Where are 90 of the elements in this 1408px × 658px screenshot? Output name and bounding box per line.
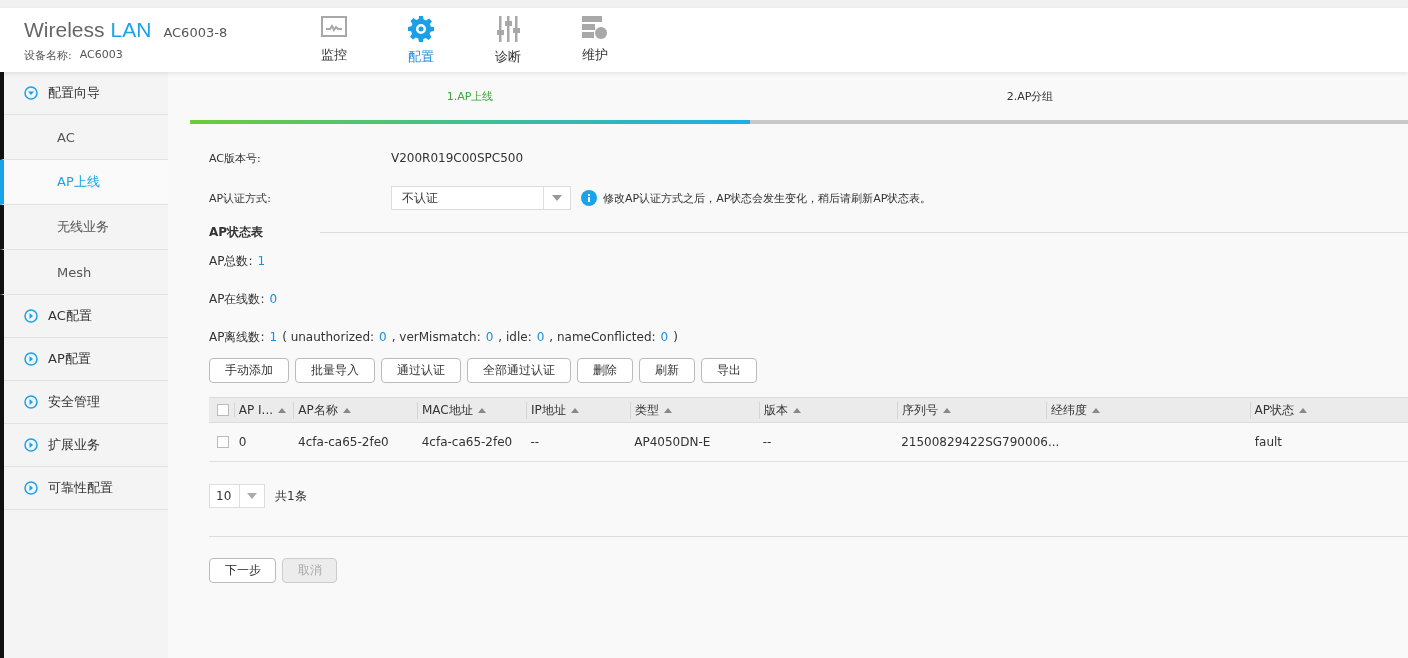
checkbox[interactable] [217, 436, 230, 448]
stat-label: AP在线数: [209, 290, 265, 308]
table-cell: -- [530, 435, 540, 449]
table-cell: 21500829422SG790006... [901, 435, 1060, 449]
stat-label: AP总数: [209, 252, 253, 270]
stat-label: ) [673, 330, 678, 344]
chevron-right-circle-icon [24, 395, 38, 409]
stat-value: 0 [379, 330, 387, 344]
version-value: V200R019C00SPC500 [391, 151, 524, 165]
sort-icon [278, 407, 287, 413]
sidebar-item[interactable]: 无线业务 [0, 205, 168, 250]
device-model: AC6003-8 [163, 25, 228, 40]
stat-label: , nameConflicted: [549, 330, 656, 344]
nav-tab[interactable]: 诊断 [464, 8, 551, 72]
sidebar-group[interactable]: AP配置 [4, 338, 168, 381]
table-cell: 0 [238, 435, 247, 449]
table-cell: fault [1254, 435, 1283, 449]
column-header[interactable]: AP I... [233, 403, 294, 417]
chevron-right-circle-icon [24, 309, 38, 323]
toolbar-button[interactable]: 批量导入 [295, 358, 375, 383]
sort-icon [570, 407, 579, 413]
device-name-label: 设备名称: [24, 48, 72, 63]
caret-down-icon [552, 195, 562, 201]
page-size-dropdown[interactable]: 10 [209, 484, 265, 508]
toolbar-button[interactable]: 删除 [577, 358, 633, 383]
column-header[interactable]: IP地址 [525, 401, 630, 419]
table-cell: 4cfa-ca65-2fe0 [421, 435, 513, 449]
sidebar-group[interactable]: 安全管理 [4, 381, 168, 424]
toolbar-button[interactable]: 全部通过认证 [467, 358, 571, 383]
chevron-right-circle-icon [24, 481, 38, 495]
auth-method-dropdown[interactable]: 不认证 [391, 186, 571, 210]
sort-icon [477, 407, 486, 413]
checkbox[interactable] [217, 404, 230, 416]
stat-label: , idle: [498, 330, 532, 344]
column-header[interactable]: AP名称 [293, 401, 417, 419]
stat-value: 1 [269, 330, 278, 344]
stat-value: 0 [536, 330, 545, 344]
sort-icon [663, 407, 672, 413]
chevron-right-circle-icon [24, 438, 38, 452]
column-header[interactable]: 版本 [758, 401, 898, 419]
info-icon [581, 190, 597, 206]
nav-tab[interactable]: 配置 [377, 8, 464, 72]
stat-label: ( unauthorized: [282, 330, 375, 344]
column-header[interactable]: MAC地址 [417, 401, 526, 419]
column-header[interactable]: AP状态 [1249, 401, 1408, 419]
toolbar-button[interactable]: 导出 [701, 358, 757, 383]
server-gear-icon [581, 16, 608, 40]
total-count: 共1条 [275, 487, 307, 505]
field-label: AC版本号: [209, 150, 262, 166]
chevron-down-circle-icon [24, 86, 38, 100]
column-header[interactable]: 类型 [629, 401, 759, 419]
field-label: AP认证方式: [209, 190, 272, 206]
sliders-icon [495, 16, 520, 42]
nav-tab[interactable]: 维护 [551, 8, 638, 72]
nav-tab[interactable]: 监控 [290, 8, 377, 72]
chevron-right-circle-icon [24, 352, 38, 366]
sort-icon [1299, 407, 1308, 413]
device-name: AC6003 [79, 48, 123, 63]
section-title: AP状态表 [209, 223, 265, 241]
monitor-icon [320, 16, 347, 40]
stat-value: 0 [485, 330, 494, 344]
sort-icon [943, 407, 952, 413]
brand-title-accent: LAN [110, 18, 152, 42]
sidebar-group[interactable]: 可靠性配置 [4, 467, 168, 510]
sidebar-group[interactable]: AC配置 [4, 295, 168, 338]
sidebar-group[interactable]: 扩展业务 [4, 424, 168, 467]
footer-button[interactable]: 下一步 [209, 558, 276, 583]
stat-label: , verMismatch: [391, 330, 481, 344]
stat-value: 0 [269, 292, 278, 306]
stat-label: AP离线数: [209, 328, 265, 346]
table-cell: AP4050DN-E [634, 435, 711, 449]
caret-down-icon [247, 493, 257, 499]
stat-value: 0 [660, 330, 669, 344]
gear-icon [407, 16, 434, 42]
sidebar-item[interactable]: Mesh [0, 250, 168, 295]
toolbar-button[interactable]: 通过认证 [381, 358, 461, 383]
column-header[interactable]: 序列号 [897, 401, 1046, 419]
sort-icon [342, 407, 351, 413]
sidebar-group[interactable]: 配置向导 [4, 72, 168, 115]
info-text: 修改AP认证方式之后，AP状态会发生变化，稍后请刷新AP状态表。 [603, 190, 932, 206]
toolbar-button[interactable]: 刷新 [639, 358, 695, 383]
table-cell: -- [762, 435, 772, 449]
stat-value: 1 [257, 254, 266, 268]
wizard-step[interactable]: 2.AP分组 [750, 88, 1310, 104]
table-cell: 4cfa-ca65-2fe0 [298, 435, 389, 449]
brand-title: Wireless [24, 18, 105, 42]
sort-icon [792, 407, 801, 413]
toolbar-button[interactable]: 手动添加 [209, 358, 289, 383]
sort-icon [1091, 407, 1100, 413]
column-header[interactable]: 经纬度 [1045, 401, 1250, 419]
